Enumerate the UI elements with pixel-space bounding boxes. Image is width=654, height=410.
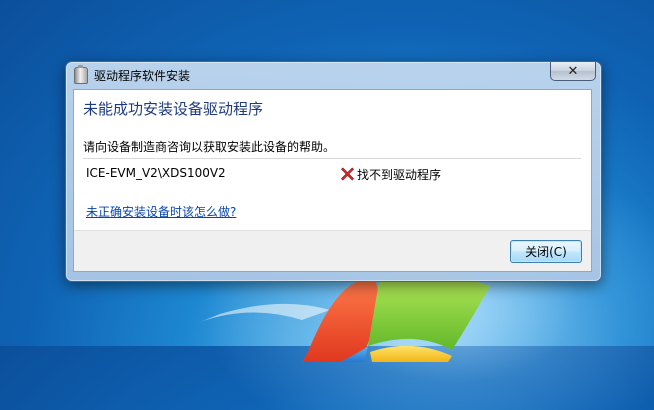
red-x-icon [341,167,354,181]
title-bar[interactable]: 驱动程序软件安装 ✕ [66,62,601,88]
window-close-button[interactable]: ✕ [550,62,596,81]
device-icon [74,65,88,84]
dialog-footer: 关闭(C) [74,230,591,271]
window-title: 驱动程序软件安装 [94,69,191,83]
divider [83,158,581,159]
dialog-description: 请向设备制造商咨询以获取安装此设备的帮助。 [83,140,336,154]
dialog-content: 未能成功安装设备驱动程序 请向设备制造商咨询以获取安装此设备的帮助。 ICE-E… [73,89,592,272]
device-name: ICE-EVM_V2\XDS100V2 [86,166,226,180]
close-icon: ✕ [567,63,579,79]
device-status: 找不到驱动程序 [357,168,442,182]
dialog-heading: 未能成功安装设备驱动程序 [83,100,264,118]
close-button[interactable]: 关闭(C) [510,240,582,263]
driver-install-dialog: 驱动程序软件安装 ✕ 未能成功安装设备驱动程序 请向设备制造商咨询以获取安装此设… [65,61,602,282]
help-link[interactable]: 未正确安装设备时该怎么做? [86,203,236,220]
